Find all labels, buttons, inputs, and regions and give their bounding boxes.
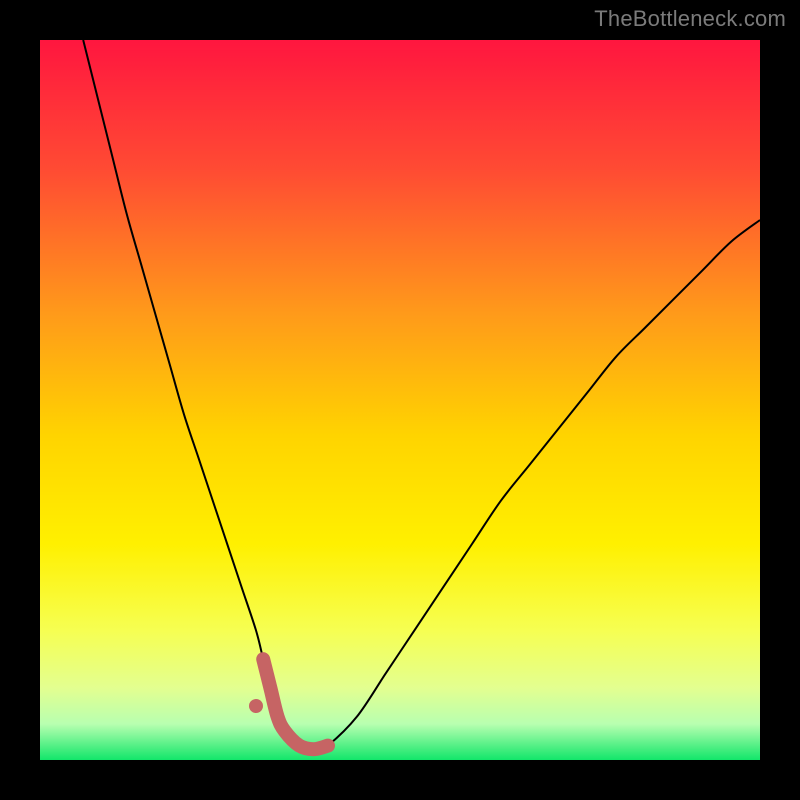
optimal-segment [263, 659, 328, 749]
watermark-text: TheBottleneck.com [594, 6, 786, 32]
curve-layer [40, 40, 760, 760]
plot-area [40, 40, 760, 760]
optimal-dot [249, 699, 263, 713]
bottleneck-curve [83, 40, 760, 753]
chart-frame: TheBottleneck.com [0, 0, 800, 800]
optimal-markers [249, 659, 328, 749]
